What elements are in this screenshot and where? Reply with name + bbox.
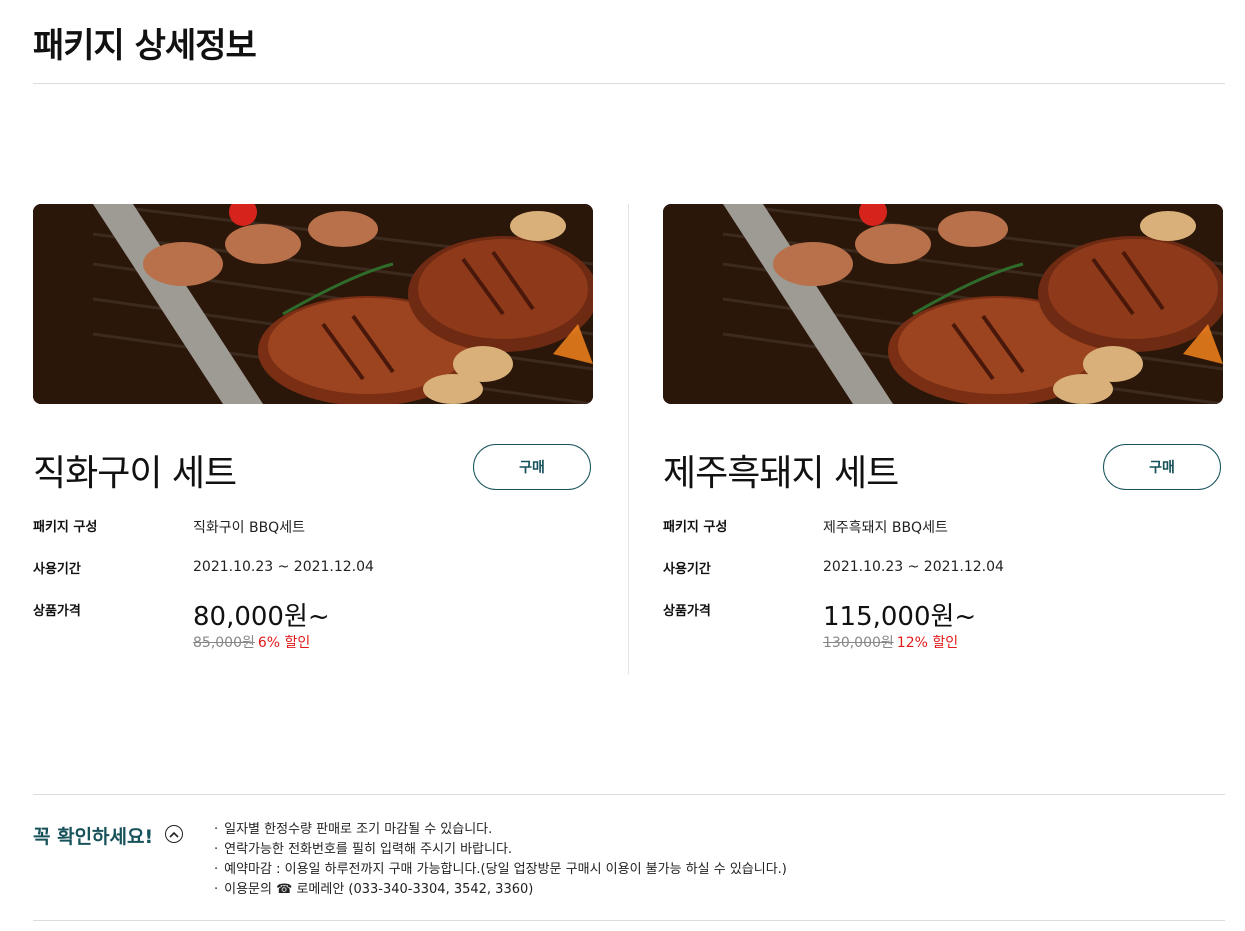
period-label: 사용기간: [663, 562, 711, 577]
price-detail: 130,000원 12% 할인: [823, 632, 958, 652]
period-label: 사용기간: [33, 562, 81, 577]
notice-divider-bottom: [33, 920, 1225, 921]
package-photo: [663, 204, 1223, 404]
package-card: 직화구이 세트 구매 패키지 구성 직화구이 BBQ세트 사용기간 2021.1…: [33, 204, 593, 674]
sale-price: 115,000원~: [823, 602, 977, 632]
discount-rate: 6% 할인: [257, 635, 311, 651]
buy-button[interactable]: 구매: [473, 444, 591, 490]
notice-item: 일자별 한정수량 판매로 조기 마감될 수 있습니다.: [214, 820, 787, 840]
period-value: 2021.10.23 ~ 2021.12.04: [823, 559, 1004, 575]
title-divider: [33, 83, 1225, 84]
notice-item: 연락가능한 전화번호를 필히 입력해 주시기 바랍니다.: [214, 840, 787, 860]
composition-value: 제주흑돼지 BBQ세트: [823, 520, 948, 536]
notice-item: 이용문의 ☎ 로메레안 (033-340-3304, 3542, 3360): [214, 880, 787, 900]
sale-price: 80,000원~: [193, 602, 330, 632]
buy-button[interactable]: 구매: [1103, 444, 1221, 490]
price-label: 상품가격: [33, 604, 81, 619]
package-photo: [33, 204, 593, 404]
price-detail: 85,000원 6% 할인: [193, 632, 310, 652]
composition-label: 패키지 구성: [33, 520, 98, 535]
original-price: 130,000원: [823, 635, 894, 651]
notice-item: 예약마감 : 이용일 하루전까지 구매 가능합니다.(당일 업장방문 구매시 이…: [214, 860, 787, 880]
period-value: 2021.10.23 ~ 2021.12.04: [193, 559, 374, 575]
composition-label: 패키지 구성: [663, 520, 728, 535]
original-price: 85,000원: [193, 635, 255, 651]
notice-title: 꼭 확인하세요!: [33, 826, 154, 848]
card-divider: [628, 204, 629, 674]
chevron-up-circle-icon[interactable]: [165, 825, 183, 843]
discount-rate: 12% 할인: [896, 635, 959, 651]
notice-list: 일자별 한정수량 판매로 조기 마감될 수 있습니다. 연락가능한 전화번호를 …: [214, 820, 787, 900]
package-name: 직화구이 세트: [33, 453, 237, 494]
package-name: 제주흑돼지 세트: [663, 453, 899, 494]
notice-divider-top: [33, 794, 1225, 795]
package-card: 제주흑돼지 세트 구매 패키지 구성 제주흑돼지 BBQ세트 사용기간 2021…: [663, 204, 1223, 674]
composition-value: 직화구이 BBQ세트: [193, 520, 305, 536]
page-title: 패키지 상세정보: [33, 26, 257, 66]
price-label: 상품가격: [663, 604, 711, 619]
